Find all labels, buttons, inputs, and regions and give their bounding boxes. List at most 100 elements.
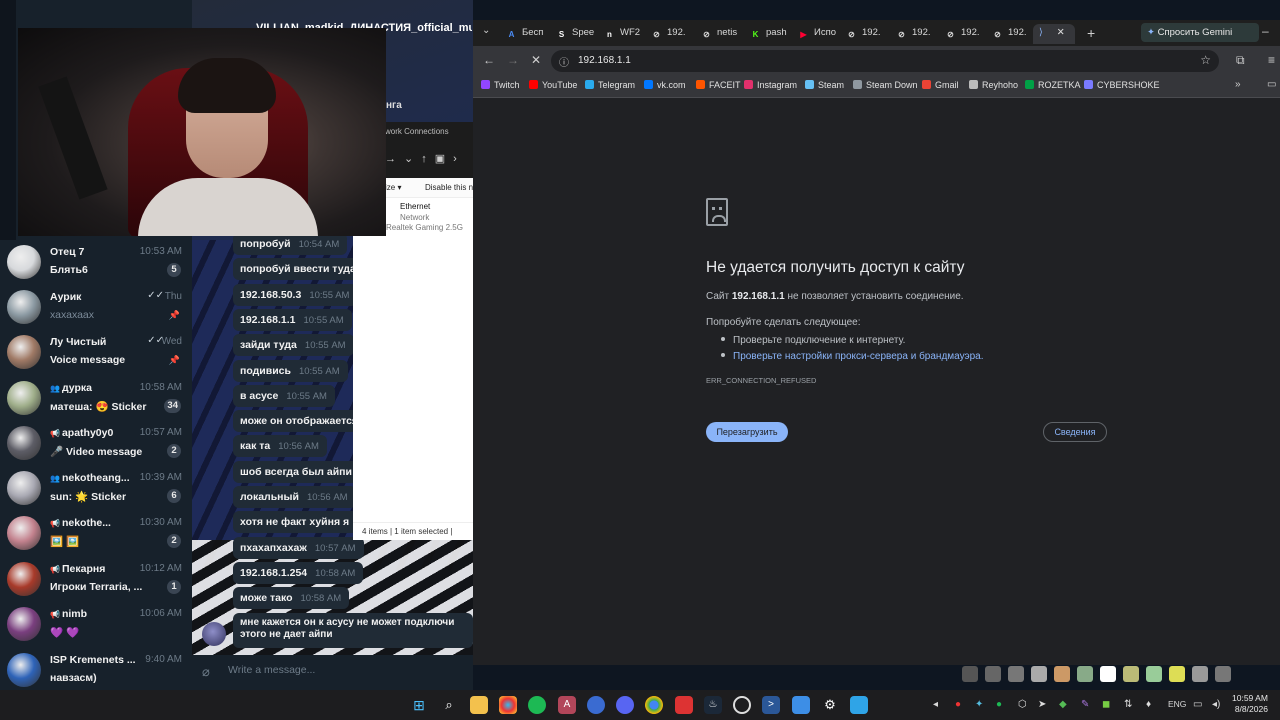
chat-list-item[interactable]: 👥 nekotheang... 10:39 AM sun: 🌟 Sticker 6 <box>0 466 190 511</box>
message-bubble[interactable]: пхахапхахаж 10:57 AM <box>233 536 364 559</box>
network-adapter-item[interactable]: Ethernet Network Realtek Gaming 2.5G <box>386 202 476 234</box>
pinned-app-icon[interactable] <box>1077 666 1093 682</box>
close-tab-icon[interactable]: ✕ <box>1057 27 1065 38</box>
spotify-icon[interactable] <box>528 696 546 714</box>
tray-app-icon-blue[interactable]: ✦ <box>975 699 983 710</box>
app-icon-blue[interactable] <box>587 696 605 714</box>
message-bubble[interactable]: локальный 10:56 AM <box>233 486 356 508</box>
tray-app-icon-green[interactable]: ◆ <box>1059 699 1067 710</box>
tray-app-icon[interactable]: ⬡ <box>1018 699 1027 710</box>
pinned-app-icon[interactable] <box>1100 666 1116 682</box>
bookmark-item[interactable]: Gmail <box>922 80 959 90</box>
browser-tab[interactable]: ⊘ 192. <box>989 24 1035 44</box>
tray-arrow-icon[interactable]: ◂ <box>933 699 938 710</box>
attach-icon[interactable]: ⌀ <box>202 664 210 680</box>
chat-list-item[interactable]: 📢 nimb 10:06 AM 💜 💜 <box>0 602 190 647</box>
site-info-icon[interactable]: ⓘ <box>559 54 569 69</box>
message-bubble[interactable]: зайди туда 10:55 AM <box>233 334 354 357</box>
network-icon[interactable]: ▭ <box>1193 699 1202 710</box>
bookmark-item[interactable]: CYBERSHOKE <box>1084 80 1160 90</box>
disable-device-button[interactable]: Disable this n <box>425 183 473 192</box>
pinned-app-icon[interactable] <box>1169 666 1185 682</box>
message-bubble[interactable]: 192.168.1.1 10:55 AM <box>233 308 352 331</box>
browser-tab[interactable]: ⊘ 192. <box>843 24 889 44</box>
address-bar[interactable]: ⓘ 192.168.1.1 ☆ <box>551 50 1219 72</box>
tray-pen-icon[interactable]: ✎ <box>1081 699 1089 710</box>
shield-icon[interactable] <box>675 696 693 714</box>
bookmark-item[interactable]: Steam Down <box>853 80 918 90</box>
browser-tab[interactable]: ▶ Испо <box>795 24 841 44</box>
stop-loading-icon[interactable]: ✕ <box>531 53 541 67</box>
extensions-icon[interactable]: ⧉ <box>1236 53 1245 68</box>
menu-icon[interactable]: ≡ <box>1268 53 1275 67</box>
more-bookmarks-icon[interactable]: » <box>1235 79 1241 90</box>
organize-button[interactable]: ize ▾ <box>385 183 401 192</box>
start-button[interactable]: ⊞ <box>410 696 428 714</box>
browser-tab[interactable]: Kpash <box>747 24 793 44</box>
message-bubble[interactable]: шоб всегда был айпи <box>233 460 368 483</box>
tray-spotify-icon[interactable]: ● <box>996 699 1002 710</box>
reload-button[interactable]: Перезагрузить <box>706 422 788 442</box>
url-text[interactable]: 192.168.1.1 <box>578 55 631 66</box>
bookmark-item[interactable]: Steam <box>805 80 844 90</box>
details-button[interactable]: Сведения <box>1043 422 1107 442</box>
steam-icon[interactable]: ♨ <box>704 696 722 714</box>
sender-avatar[interactable] <box>202 622 226 646</box>
bookmark-item[interactable]: Twitch <box>481 80 520 90</box>
chat-list-item[interactable]: 📢 apathy0y0 10:57 AM 🎤 Video message 2 <box>0 421 190 466</box>
chat-list-item[interactable]: Аурик Thu ✓✓ хахахаах 📌 <box>0 285 190 330</box>
message-bubble[interactable]: как та 10:56 AM <box>233 435 327 458</box>
minimize-icon[interactable]: – <box>1262 24 1269 38</box>
volume-icon[interactable]: ◂) <box>1212 699 1220 710</box>
pinned-app-icon[interactable] <box>1146 666 1162 682</box>
browser-tab[interactable]: A Бесп <box>503 24 549 44</box>
search-icon[interactable]: ⌕ <box>440 696 458 714</box>
clock[interactable]: 10:59 AM 8/8/2026 <box>1232 693 1268 715</box>
browser-tab[interactable]: S Spee <box>553 24 599 44</box>
new-tab-button[interactable]: + <box>1087 25 1095 41</box>
document-icon[interactable] <box>792 696 810 714</box>
bookmark-item[interactable]: Instagram <box>744 80 797 90</box>
message-bubble[interactable]: може тако 10:58 AM <box>233 587 349 610</box>
message-bubble[interactable]: 192.168.50.3 10:55 AM <box>233 283 357 306</box>
tab-search-icon[interactable]: ⌄ <box>482 25 490 36</box>
chat-list-item[interactable]: Отец 7 10:53 AM Блять6 5 <box>0 240 190 285</box>
message-bubble[interactable]: в асусе 10:55 AM <box>233 384 335 407</box>
folder-icon[interactable]: ▭ <box>1267 79 1276 90</box>
pinned-app-icon[interactable] <box>962 666 978 682</box>
browser-tab[interactable]: ⊘ 192. <box>648 24 694 44</box>
chrome-icon[interactable] <box>645 696 663 714</box>
browser-tab[interactable]: ⊘ 192. <box>942 24 988 44</box>
app-icon-active[interactable]: A <box>558 696 576 714</box>
chat-list-item[interactable]: ISP Kremenets ... 9:40 AM навзасм) <box>0 648 190 693</box>
explorer-nav-buttons[interactable]: →⌄↑▣› <box>385 152 465 165</box>
pinned-app-icon[interactable] <box>985 666 1001 682</box>
message-bubble[interactable]: 192.168.1.254 10:58 AM <box>233 561 363 584</box>
forward-icon[interactable]: → <box>507 53 519 67</box>
suggestion-item-link[interactable]: Проверьте настройки прокси-сервера и бра… <box>721 349 984 365</box>
microphone-icon[interactable]: ♦ <box>1146 699 1151 710</box>
file-explorer-icon[interactable] <box>470 696 488 714</box>
breadcrumb[interactable]: work Connections <box>385 127 449 136</box>
browser-tab[interactable]: ⊘ 192. <box>893 24 939 44</box>
pinned-app-icon[interactable] <box>1192 666 1208 682</box>
discord-icon[interactable] <box>616 696 634 714</box>
message-bubble-last[interactable]: мне кажется он к асусу не может подключи… <box>233 613 473 648</box>
bookmark-item[interactable]: Reyhoho <box>969 80 1018 90</box>
message-bubble[interactable]: хотя не факт хуйня я <box>233 511 365 534</box>
browser-tab[interactable]: n WF2 <box>601 24 647 44</box>
message-bubble[interactable]: попробуй 10:54 AM <box>233 233 347 255</box>
bookmark-item[interactable]: vk.com <box>644 80 686 90</box>
tray-nvidia-icon[interactable]: ◼ <box>1102 699 1110 710</box>
remote-desktop-icon[interactable] <box>850 696 868 714</box>
language-indicator[interactable]: ENG <box>1168 699 1186 709</box>
browser-app-icon[interactable] <box>499 696 517 714</box>
chat-list-item[interactable]: 📢 nekothe... 10:30 AM 🖼️ 🖼️ 2 <box>0 511 190 556</box>
chat-list-item[interactable]: 📢 Пекарня 10:12 AM Игроки Terraria, ... 1 <box>0 557 190 602</box>
ask-gemini-button[interactable]: ✦ Спросить Gemini <box>1141 23 1259 42</box>
pinned-app-icon[interactable] <box>1054 666 1070 682</box>
message-bubble[interactable]: подивись 10:55 AM <box>233 359 348 382</box>
back-icon[interactable]: ← <box>483 53 495 67</box>
tray-app-icon-red[interactable]: ● <box>955 699 961 710</box>
bookmark-item[interactable]: FACEIT <box>696 80 741 90</box>
